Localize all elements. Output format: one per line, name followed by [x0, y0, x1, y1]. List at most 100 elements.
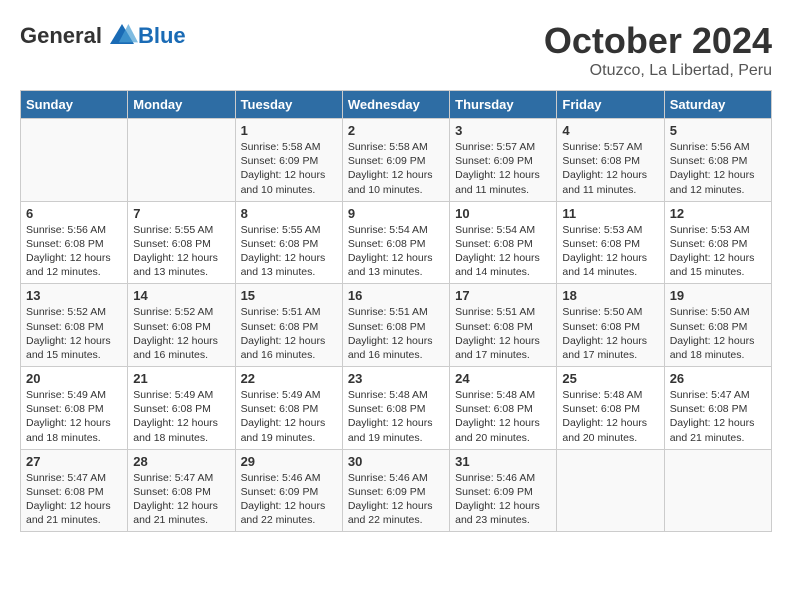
day-content: Sunrise: 5:56 AM Sunset: 6:08 PM Dayligh…	[26, 223, 122, 280]
calendar-week-row: 1 Sunrise: 5:58 AM Sunset: 6:09 PM Daylig…	[21, 119, 772, 202]
day-content: Sunrise: 5:52 AM Sunset: 6:08 PM Dayligh…	[26, 305, 122, 362]
calendar-header-cell: Tuesday	[235, 91, 342, 119]
calendar-cell: 23Sunrise: 5:48 AM Sunset: 6:08 PM Dayli…	[342, 367, 449, 450]
calendar-cell: 3 Sunrise: 5:57 AM Sunset: 6:09 PM Daylig…	[450, 119, 557, 202]
day-content: Sunrise: 5:50 AM Sunset: 6:08 PM Dayligh…	[670, 305, 766, 362]
day-content: Sunrise: 5:48 AM Sunset: 6:08 PM Dayligh…	[562, 388, 658, 445]
day-number: 3	[455, 123, 551, 138]
calendar-cell: 8 Sunrise: 5:55 AM Sunset: 6:08 PM Daylig…	[235, 201, 342, 284]
day-content: Sunrise: 5:51 AM Sunset: 6:08 PM Dayligh…	[241, 305, 337, 362]
calendar-week-row: 27 Sunrise: 5:47 AM Sunset: 6:08 PM Dayli…	[21, 449, 772, 532]
day-content: Sunrise: 5:57 AM Sunset: 6:08 PM Dayligh…	[562, 140, 658, 197]
day-content: Sunrise: 5:49 AM Sunset: 6:08 PM Dayligh…	[133, 388, 229, 445]
calendar-cell: 22 Sunrise: 5:49 AM Sunset: 6:08 PM Dayli…	[235, 367, 342, 450]
day-number: 21	[133, 371, 229, 386]
calendar-cell: 5Sunrise: 5:56 AM Sunset: 6:08 PM Daylig…	[664, 119, 771, 202]
day-content: Sunrise: 5:46 AM Sunset: 6:09 PM Dayligh…	[455, 471, 551, 528]
day-number: 1	[241, 123, 337, 138]
day-content: Sunrise: 5:54 AM Sunset: 6:08 PM Dayligh…	[348, 223, 444, 280]
calendar-cell: 24Sunrise: 5:48 AM Sunset: 6:08 PM Dayli…	[450, 367, 557, 450]
day-content: Sunrise: 5:49 AM Sunset: 6:08 PM Dayligh…	[26, 388, 122, 445]
calendar-cell: 15 Sunrise: 5:51 AM Sunset: 6:08 PM Dayli…	[235, 284, 342, 367]
calendar-cell: 14Sunrise: 5:52 AM Sunset: 6:08 PM Dayli…	[128, 284, 235, 367]
calendar-cell	[128, 119, 235, 202]
day-number: 31	[455, 454, 551, 469]
calendar-week-row: 6Sunrise: 5:56 AM Sunset: 6:08 PM Daylig…	[21, 201, 772, 284]
day-number: 16	[348, 288, 444, 303]
calendar-header-cell: Monday	[128, 91, 235, 119]
day-number: 11	[562, 206, 658, 221]
calendar-cell	[664, 449, 771, 532]
day-content: Sunrise: 5:58 AM Sunset: 6:09 PM Dayligh…	[348, 140, 444, 197]
calendar-cell	[21, 119, 128, 202]
day-number: 13	[26, 288, 122, 303]
day-content: Sunrise: 5:51 AM Sunset: 6:08 PM Dayligh…	[455, 305, 551, 362]
calendar-cell: 4 Sunrise: 5:57 AM Sunset: 6:08 PM Daylig…	[557, 119, 664, 202]
calendar-header-cell: Thursday	[450, 91, 557, 119]
calendar-cell: 11 Sunrise: 5:53 AM Sunset: 6:08 PM Dayli…	[557, 201, 664, 284]
title-block: October 2024 Otuzco, La Libertad, Peru	[544, 20, 772, 80]
calendar-cell: 7 Sunrise: 5:55 AM Sunset: 6:08 PM Daylig…	[128, 201, 235, 284]
day-number: 29	[241, 454, 337, 469]
calendar-header-cell: Friday	[557, 91, 664, 119]
calendar-cell: 27 Sunrise: 5:47 AM Sunset: 6:08 PM Dayli…	[21, 449, 128, 532]
calendar-week-row: 20 Sunrise: 5:49 AM Sunset: 6:08 PM Dayli…	[21, 367, 772, 450]
day-number: 8	[241, 206, 337, 221]
calendar-week-row: 13 Sunrise: 5:52 AM Sunset: 6:08 PM Dayli…	[21, 284, 772, 367]
day-number: 22	[241, 371, 337, 386]
day-content: Sunrise: 5:57 AM Sunset: 6:09 PM Dayligh…	[455, 140, 551, 197]
calendar-cell: 12Sunrise: 5:53 AM Sunset: 6:08 PM Dayli…	[664, 201, 771, 284]
day-number: 17	[455, 288, 551, 303]
day-content: Sunrise: 5:51 AM Sunset: 6:08 PM Dayligh…	[348, 305, 444, 362]
calendar-header-cell: Wednesday	[342, 91, 449, 119]
calendar-cell: 18Sunrise: 5:50 AM Sunset: 6:08 PM Dayli…	[557, 284, 664, 367]
page-header: General Blue October 2024 Otuzco, La Lib…	[20, 20, 772, 80]
day-content: Sunrise: 5:53 AM Sunset: 6:08 PM Dayligh…	[562, 223, 658, 280]
day-content: Sunrise: 5:55 AM Sunset: 6:08 PM Dayligh…	[133, 223, 229, 280]
calendar-header-row: SundayMondayTuesdayWednesdayThursdayFrid…	[21, 91, 772, 119]
day-content: Sunrise: 5:47 AM Sunset: 6:08 PM Dayligh…	[26, 471, 122, 528]
calendar-cell: 21 Sunrise: 5:49 AM Sunset: 6:08 PM Dayli…	[128, 367, 235, 450]
day-content: Sunrise: 5:55 AM Sunset: 6:08 PM Dayligh…	[241, 223, 337, 280]
calendar-header-cell: Sunday	[21, 91, 128, 119]
calendar-cell: 10 Sunrise: 5:54 AM Sunset: 6:08 PM Dayli…	[450, 201, 557, 284]
calendar-cell: 30 Sunrise: 5:46 AM Sunset: 6:09 PM Dayli…	[342, 449, 449, 532]
calendar-cell: 29Sunrise: 5:46 AM Sunset: 6:09 PM Dayli…	[235, 449, 342, 532]
day-number: 10	[455, 206, 551, 221]
day-content: Sunrise: 5:54 AM Sunset: 6:08 PM Dayligh…	[455, 223, 551, 280]
calendar-cell: 20 Sunrise: 5:49 AM Sunset: 6:08 PM Dayli…	[21, 367, 128, 450]
day-number: 30	[348, 454, 444, 469]
logo-general-text: General	[20, 23, 102, 49]
calendar-cell: 31 Sunrise: 5:46 AM Sunset: 6:09 PM Dayli…	[450, 449, 557, 532]
day-number: 7	[133, 206, 229, 221]
day-content: Sunrise: 5:53 AM Sunset: 6:08 PM Dayligh…	[670, 223, 766, 280]
location-title: Otuzco, La Libertad, Peru	[544, 62, 772, 80]
day-number: 19	[670, 288, 766, 303]
day-number: 23	[348, 371, 444, 386]
day-number: 4	[562, 123, 658, 138]
day-number: 27	[26, 454, 122, 469]
day-number: 15	[241, 288, 337, 303]
day-number: 20	[26, 371, 122, 386]
day-number: 18	[562, 288, 658, 303]
day-number: 28	[133, 454, 229, 469]
calendar-cell: 1 Sunrise: 5:58 AM Sunset: 6:09 PM Daylig…	[235, 119, 342, 202]
month-title: October 2024	[544, 20, 772, 62]
calendar-cell: 9 Sunrise: 5:54 AM Sunset: 6:08 PM Daylig…	[342, 201, 449, 284]
calendar-body: 1 Sunrise: 5:58 AM Sunset: 6:09 PM Daylig…	[21, 119, 772, 532]
day-number: 9	[348, 206, 444, 221]
calendar-cell	[557, 449, 664, 532]
calendar-cell: 19 Sunrise: 5:50 AM Sunset: 6:08 PM Dayli…	[664, 284, 771, 367]
calendar-cell: 13 Sunrise: 5:52 AM Sunset: 6:08 PM Dayli…	[21, 284, 128, 367]
day-content: Sunrise: 5:56 AM Sunset: 6:08 PM Dayligh…	[670, 140, 766, 197]
day-number: 2	[348, 123, 444, 138]
day-content: Sunrise: 5:49 AM Sunset: 6:08 PM Dayligh…	[241, 388, 337, 445]
day-content: Sunrise: 5:58 AM Sunset: 6:09 PM Dayligh…	[241, 140, 337, 197]
logo-icon	[106, 20, 138, 52]
calendar-cell: 2 Sunrise: 5:58 AM Sunset: 6:09 PM Daylig…	[342, 119, 449, 202]
logo: General Blue	[20, 20, 186, 52]
day-content: Sunrise: 5:46 AM Sunset: 6:09 PM Dayligh…	[348, 471, 444, 528]
day-number: 26	[670, 371, 766, 386]
day-content: Sunrise: 5:48 AM Sunset: 6:08 PM Dayligh…	[455, 388, 551, 445]
calendar-cell: 6Sunrise: 5:56 AM Sunset: 6:08 PM Daylig…	[21, 201, 128, 284]
